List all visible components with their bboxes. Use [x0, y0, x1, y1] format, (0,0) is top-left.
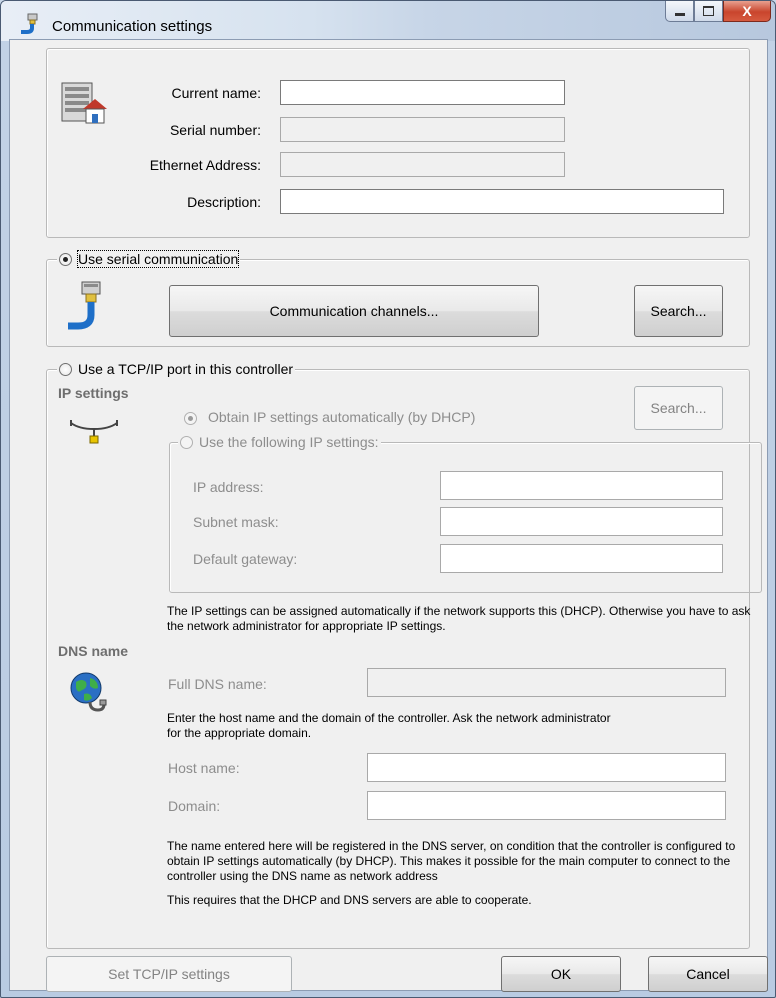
full-dns-name-label: Full DNS name:: [168, 676, 267, 692]
host-name-input[interactable]: [367, 753, 726, 782]
static-ip-radio-label[interactable]: Use the following IP settings:: [199, 434, 379, 450]
dns-registration-note: The name entered here will be registered…: [167, 839, 736, 883]
serial-radio[interactable]: [59, 253, 72, 266]
tcpip-radio-label[interactable]: Use a TCP/IP port in this controller: [78, 361, 293, 377]
tcpip-radio[interactable]: [59, 363, 72, 376]
close-icon: X: [742, 3, 752, 19]
ethernet-address-label: Ethernet Address:: [149, 157, 261, 173]
globe-network-icon: [70, 672, 107, 712]
ip-search-button[interactable]: Search...: [634, 386, 723, 430]
ip-address-label: IP address:: [193, 479, 264, 495]
subnet-mask-input[interactable]: [440, 507, 723, 536]
minimize-icon: [674, 12, 685, 16]
set-tcpip-settings-label: Set TCP/IP settings: [108, 966, 230, 982]
dns-name-heading: DNS name: [58, 643, 129, 659]
current-name-label: Current name:: [171, 85, 261, 101]
default-gateway-label: Default gateway:: [193, 551, 298, 567]
full-dns-name-field: [367, 668, 726, 697]
minimize-button[interactable]: [665, 1, 694, 22]
serial-cable-icon: [21, 13, 38, 34]
description-label: Description:: [187, 194, 261, 210]
title-bar[interactable]: Communication settings X: [1, 1, 775, 41]
ip-address-input[interactable]: [440, 471, 723, 500]
controller-home-icon: [61, 82, 107, 124]
tcpip-legend: Use a TCP/IP port in this controller: [57, 361, 296, 377]
serial-search-button[interactable]: Search...: [634, 285, 723, 337]
caption-buttons: X: [665, 1, 771, 23]
domain-label: Domain:: [168, 798, 221, 814]
host-name-label: Host name:: [168, 760, 240, 776]
ok-label: OK: [550, 966, 572, 982]
network-tap-icon: [70, 420, 118, 444]
window-title: Communication settings: [52, 18, 213, 35]
cancel-label: Cancel: [686, 966, 730, 982]
serial-port-icon: [68, 281, 101, 330]
ip-settings-heading: IP settings: [58, 385, 129, 401]
serial-radio-label[interactable]: Use serial communication: [76, 250, 240, 268]
serial-number-label: Serial number:: [169, 122, 261, 138]
set-tcpip-settings-button[interactable]: Set TCP/IP settings: [46, 956, 292, 992]
domain-input[interactable]: [367, 791, 726, 820]
dhcp-radio-label[interactable]: Obtain IP settings automatically (by DHC…: [208, 409, 475, 425]
dhcp-radio[interactable]: [184, 412, 197, 425]
serial-legend: Use serial communication: [57, 250, 241, 268]
dialog-client: Current name: Serial number: Ethernet Ad…: [9, 39, 768, 992]
static-ip-legend: Use the following IP settings:: [178, 434, 381, 450]
ip-settings-note: The IP settings can be assigned automati…: [167, 604, 751, 633]
maximize-icon: [703, 6, 714, 16]
communication-settings-window: Communication settings X Current name: S…: [0, 0, 776, 998]
cancel-button[interactable]: Cancel: [648, 956, 768, 992]
close-button[interactable]: X: [723, 1, 771, 22]
static-ip-radio[interactable]: [180, 436, 193, 449]
serial-number-field: [280, 117, 565, 142]
maximize-button[interactable]: [694, 1, 723, 22]
default-gateway-input[interactable]: [440, 544, 723, 573]
subnet-mask-label: Subnet mask:: [193, 514, 279, 530]
dhcp-dns-cooperate-note: This requires that the DHCP and DNS serv…: [167, 893, 532, 907]
ethernet-address-field: [280, 152, 565, 177]
dns-note: Enter the host name and the domain of th…: [167, 711, 611, 740]
description-input[interactable]: [280, 189, 724, 214]
serial-search-label: Search...: [650, 303, 707, 319]
ok-button[interactable]: OK: [501, 956, 621, 992]
current-name-input[interactable]: [280, 80, 565, 105]
communication-channels-button[interactable]: Communication channels...: [169, 285, 539, 337]
ip-search-label: Search...: [650, 400, 707, 416]
communication-channels-label: Communication channels...: [269, 303, 439, 319]
